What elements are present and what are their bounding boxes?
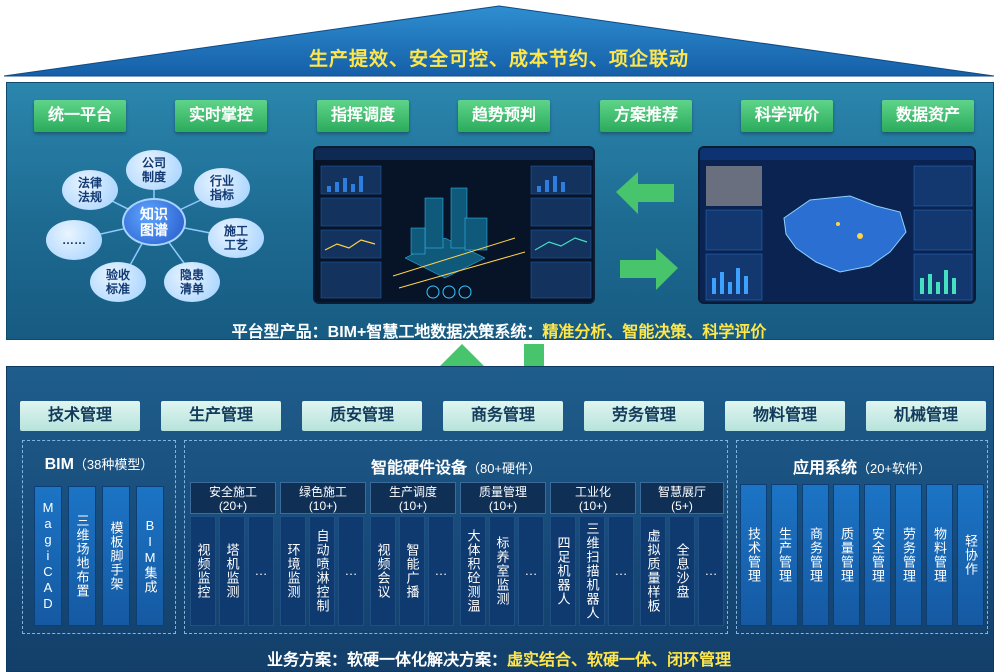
knowledge-node-more: ……: [46, 220, 102, 260]
knowledge-node-company-rules: 公司 制度: [126, 150, 182, 190]
knowledge-node-hazard-list: 隐患 清单: [164, 262, 220, 302]
bottom-caption-main: 业务方案：软硬一体化解决方案：: [266, 652, 507, 669]
sw-item-safety[interactable]: 安全管理: [864, 484, 891, 626]
hw-item-virtual-sample[interactable]: 虚拟质量样板: [640, 516, 666, 626]
platform-caption-highlight: 精准分析、智能决策、科学评价: [542, 324, 767, 341]
bottom-caption-highlight: 虚实结合、软硬一体、闭环管理: [507, 652, 732, 669]
hw-item-smart-broadcast[interactable]: 智能广播: [399, 516, 425, 626]
hw-group-safety: 安全施工 (20+): [190, 482, 276, 514]
hardware-title-text: 智能硬件设备: [370, 460, 467, 477]
sw-item-quality[interactable]: 质量管理: [833, 484, 860, 626]
hw-item-curing-room[interactable]: 标养室监测: [489, 516, 515, 626]
hw-item-holographic-sandbox[interactable]: 全息沙盘: [669, 516, 695, 626]
mgmt-quality-safety[interactable]: 质安管理: [302, 401, 422, 431]
hw-group-scheduling: 生产调度 (10+): [370, 482, 456, 514]
bim-item-formwork[interactable]: 模板脚手架: [102, 486, 130, 626]
hw-group-green: 绿色施工 (10+): [280, 482, 366, 514]
hw-item-video-meeting[interactable]: 视频会议: [370, 516, 396, 626]
mgmt-technical[interactable]: 技术管理: [20, 401, 140, 431]
knowledge-node-laws: 法律 法规: [62, 170, 118, 210]
bim-item-site-layout[interactable]: 三维场地布置: [68, 486, 96, 626]
hw-item-video-monitor[interactable]: 视频监控: [190, 516, 216, 626]
mgmt-materials[interactable]: 物料管理: [725, 401, 845, 431]
sw-item-labor[interactable]: 劳务管理: [895, 484, 922, 626]
hardware-subtitle: （80+硬件）: [466, 461, 542, 476]
hw-group-showroom: 智慧展厅 (5+): [640, 482, 724, 514]
bim-title-text: BIM: [44, 456, 74, 473]
hw-item-concrete-temp[interactable]: 大体积砼测温: [460, 516, 486, 626]
software-subtitle: （20+软件）: [856, 461, 932, 476]
hw-item-auto-spray[interactable]: 自动喷淋控制: [309, 516, 335, 626]
knowledge-node-acceptance-standard: 验收 标准: [90, 262, 146, 302]
software-title: 应用系统（20+软件）: [736, 454, 988, 478]
knowledge-map-center: 知识 图谱: [122, 198, 186, 246]
dashboard-screen-3d: [313, 146, 595, 304]
sw-item-technical[interactable]: 技术管理: [740, 484, 767, 626]
hw-item-3d-scan-robot[interactable]: 三维扫描机器人: [579, 516, 605, 626]
sw-item-business[interactable]: 商务管理: [802, 484, 829, 626]
sw-item-collaboration[interactable]: 轻协作: [957, 484, 984, 626]
sw-item-materials[interactable]: 物料管理: [926, 484, 953, 626]
feature-data-assets[interactable]: 数据资产: [882, 100, 974, 132]
mgmt-machinery[interactable]: 机械管理: [866, 401, 986, 431]
feature-plan-recommend[interactable]: 方案推荐: [600, 100, 692, 132]
bim-item-integration[interactable]: BIM集成: [136, 486, 164, 626]
hw-item-industrial-more: …: [608, 516, 634, 626]
hw-group-quality: 质量管理 (10+): [460, 482, 546, 514]
hw-item-safety-more: …: [248, 516, 274, 626]
platform-caption-main: 平台型产品：BIM+智慧工地数据决策系统：: [231, 324, 543, 341]
mgmt-business[interactable]: 商务管理: [443, 401, 563, 431]
hw-item-quadruped-robot[interactable]: 四足机器人: [550, 516, 576, 626]
dashboard-map-illustration: [700, 148, 974, 302]
knowledge-node-industry-index: 行业 指标: [194, 168, 250, 208]
hw-item-tower-crane[interactable]: 塔机监测: [219, 516, 245, 626]
hw-item-env-monitor[interactable]: 环境监测: [280, 516, 306, 626]
hw-item-showroom-more: …: [698, 516, 724, 626]
hw-item-scheduling-more: …: [428, 516, 454, 626]
hw-group-industrialization: 工业化 (10+): [550, 482, 636, 514]
software-title-text: 应用系统: [792, 460, 857, 477]
bim-title: BIM（38种模型）: [22, 454, 176, 474]
hw-item-green-more: …: [338, 516, 364, 626]
feature-trend-forecast[interactable]: 趋势预判: [458, 100, 550, 132]
hardware-title: 智能硬件设备（80+硬件）: [184, 454, 728, 478]
mgmt-production[interactable]: 生产管理: [161, 401, 281, 431]
roof-title: 生产提效、安全可控、成本节约、项企联动: [308, 49, 689, 70]
bim-item-magicad[interactable]: MagiCAD: [34, 486, 62, 626]
knowledge-node-construction-process: 施工 工艺: [208, 218, 264, 258]
sync-arrows: [616, 172, 678, 290]
mgmt-labor[interactable]: 劳务管理: [584, 401, 704, 431]
dashboard-screen-map: [698, 146, 976, 304]
feature-realtime-control[interactable]: 实时掌控: [175, 100, 267, 132]
sw-item-production[interactable]: 生产管理: [771, 484, 798, 626]
feature-command-dispatch[interactable]: 指挥调度: [317, 100, 409, 132]
feature-unified-platform[interactable]: 统一平台: [34, 100, 126, 132]
bottom-caption: 业务方案：软硬一体化解决方案：虚实结合、软硬一体、闭环管理: [0, 646, 998, 670]
bim-subtitle: （38种模型）: [73, 457, 154, 472]
hw-item-quality-more: …: [518, 516, 544, 626]
feature-scientific-evaluation[interactable]: 科学评价: [741, 100, 833, 132]
dashboard-3d-illustration: [315, 148, 593, 302]
platform-caption: 平台型产品：BIM+智慧工地数据决策系统：精准分析、智能决策、科学评价: [0, 318, 998, 342]
